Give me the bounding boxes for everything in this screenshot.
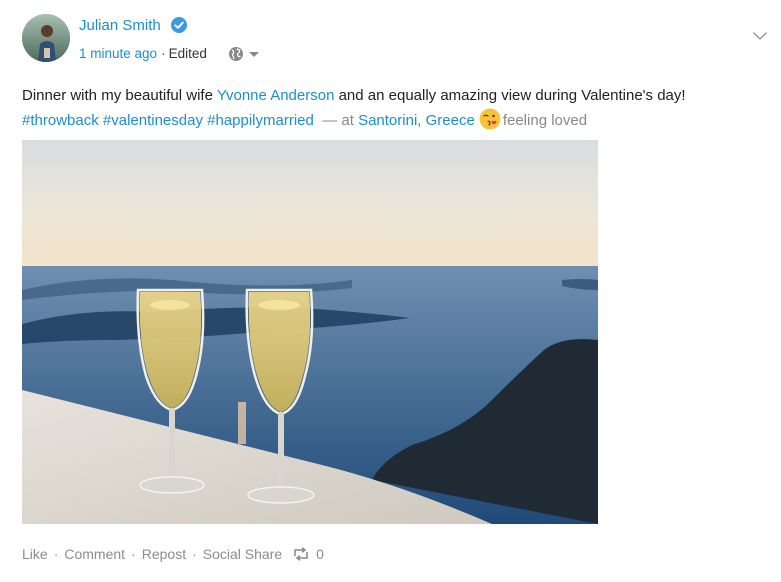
location-separator: , bbox=[417, 112, 426, 129]
post-text-part2: and an equally amazing view during Valen… bbox=[334, 87, 686, 104]
hashtag-link[interactable]: #happilymarried bbox=[207, 112, 314, 129]
hashtag-link[interactable]: #valentinesday bbox=[103, 112, 203, 129]
person-avatar-icon bbox=[22, 14, 70, 62]
repost-icon[interactable] bbox=[292, 547, 310, 561]
post-card: Julian Smith 1 minute ago · Edited Dinner … bbox=[0, 0, 781, 582]
repost-button[interactable]: Repost bbox=[142, 546, 186, 562]
globe-icon[interactable] bbox=[228, 46, 244, 62]
post-text-part1: Dinner with my beautiful wife bbox=[22, 87, 217, 104]
location-prefix: — at bbox=[322, 112, 354, 129]
verified-badge-icon bbox=[171, 17, 187, 33]
post-body: Dinner with my beautiful wife Yvonne And… bbox=[22, 84, 762, 133]
kissing-face-emoji-icon bbox=[479, 108, 501, 130]
post-timestamp[interactable]: 1 minute ago bbox=[79, 46, 157, 61]
meta-separator: · bbox=[161, 46, 166, 61]
repost-count: 0 bbox=[316, 546, 324, 562]
avatar[interactable] bbox=[22, 14, 70, 62]
post-actions: Like · Comment · Repost · Social Share 0 bbox=[22, 545, 324, 563]
mention-link[interactable]: Yvonne Anderson bbox=[217, 87, 335, 104]
edited-label[interactable]: Edited bbox=[169, 46, 207, 61]
feeling-label: feeling loved bbox=[502, 112, 588, 129]
action-separator: · bbox=[53, 546, 59, 562]
post-photo[interactable] bbox=[22, 140, 598, 524]
author-name[interactable]: Julian Smith bbox=[79, 16, 161, 36]
champagne-glasses-image bbox=[22, 140, 598, 524]
hashtag-link[interactable]: #throwback bbox=[22, 112, 99, 129]
social-share-button[interactable]: Social Share bbox=[203, 546, 282, 562]
chevron-down-icon[interactable] bbox=[752, 30, 768, 42]
like-button[interactable]: Like bbox=[22, 546, 48, 562]
privacy-dropdown-caret-icon[interactable] bbox=[249, 52, 259, 57]
action-separator: · bbox=[192, 546, 197, 562]
location-country-link[interactable]: Greece bbox=[426, 112, 475, 129]
action-separator: · bbox=[131, 546, 136, 562]
location-city-link[interactable]: Santorini bbox=[358, 112, 417, 129]
comment-button[interactable]: Comment bbox=[64, 546, 125, 562]
post-meta: 1 minute ago · Edited bbox=[79, 45, 207, 63]
